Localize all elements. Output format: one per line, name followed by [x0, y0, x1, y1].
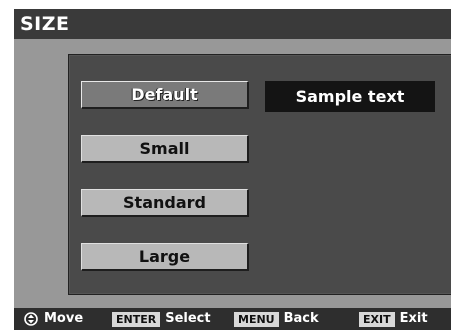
- page-title: SIZE: [14, 9, 451, 39]
- select-label: Select: [165, 311, 211, 326]
- sample-text-preview: Sample text: [265, 81, 435, 112]
- option-default[interactable]: Default: [81, 81, 249, 109]
- option-small[interactable]: Small: [81, 135, 249, 163]
- footer-bar: Move ENTER Select MENU Back EXIT Exit: [14, 308, 451, 330]
- osd-screen: SIZE Default Small Standard Large Sample…: [14, 9, 451, 330]
- exit-key: EXIT: [359, 311, 395, 327]
- exit-label: Exit: [399, 311, 428, 326]
- option-standard[interactable]: Standard: [81, 189, 249, 217]
- updown-circle-icon: [24, 312, 38, 326]
- enter-key: ENTER: [112, 311, 161, 327]
- footer-back: MENU Back: [234, 308, 319, 330]
- move-label: Move: [44, 311, 84, 326]
- footer-exit: EXIT Exit: [359, 308, 428, 330]
- menu-key: MENU: [234, 311, 279, 327]
- footer-select: ENTER Select: [112, 308, 211, 330]
- back-label: Back: [283, 311, 319, 326]
- footer-move: Move: [24, 308, 83, 330]
- content-area: Default Small Standard Large Sample text: [14, 39, 451, 308]
- size-panel: Default Small Standard Large Sample text: [68, 54, 451, 295]
- option-large[interactable]: Large: [81, 243, 249, 271]
